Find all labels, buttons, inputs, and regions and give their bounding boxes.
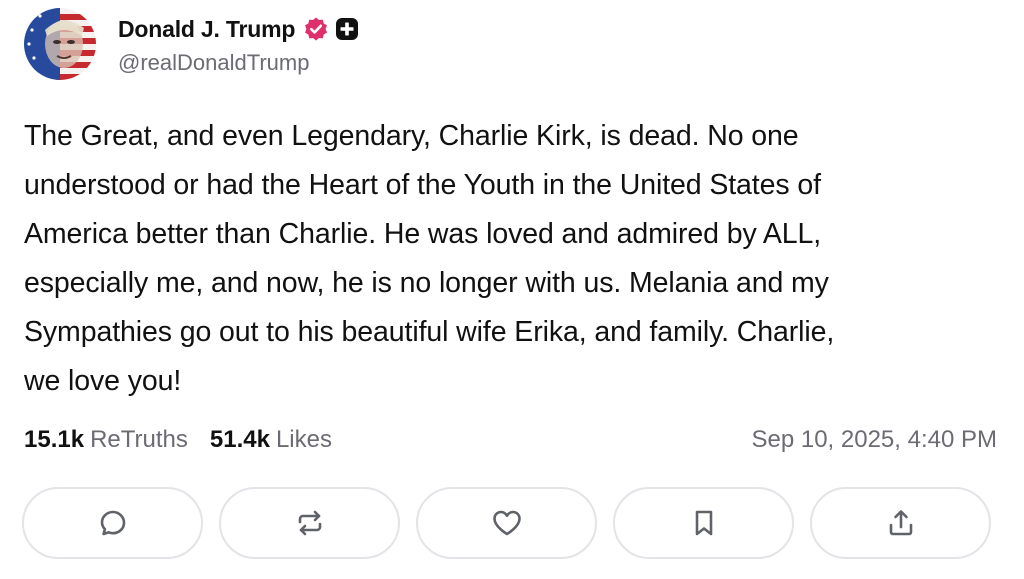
post-body: The Great, and even Legendary, Charlie K… [24,120,835,397]
post-header: Donald J. Trump @realDonaldTrump [24,8,359,80]
retruth-button[interactable] [219,487,400,559]
display-name[interactable]: Donald J. Trump [118,16,295,43]
avatar[interactable] [24,8,96,80]
plus-badge-icon [335,17,359,41]
retruths-label: ReTruths [90,426,188,453]
bookmark-button[interactable] [613,487,794,559]
repost-icon [298,510,321,536]
likes-count: 51.4k [209,426,270,453]
truth-post: Donald J. Trump @realDonaldTrump The Gre… [0,0,1024,579]
post-stats: 15.1k ReTruths 51.4k Likes [24,424,354,456]
reply-button[interactable] [22,487,203,559]
like-button[interactable] [416,487,597,559]
post-timestamp[interactable]: Sep 10, 2025, 4:40 PM [751,424,997,456]
retruths-count: 15.1k [24,426,85,453]
author-block: Donald J. Trump @realDonaldTrump [118,12,359,76]
verified-badge-icon [303,16,329,42]
user-handle[interactable]: @realDonaldTrump [118,50,359,76]
retruths-stat[interactable]: 15.1k ReTruths [24,424,188,456]
likes-stat[interactable]: 51.4k Likes [210,424,332,456]
share-button[interactable] [810,487,991,559]
bookmark-icon [695,510,712,536]
likes-label: Likes [275,426,332,453]
comment-icon [100,510,125,536]
name-row: Donald J. Trump [118,12,359,46]
avatar-image [24,8,96,80]
share-icon [889,510,912,536]
heart-icon [492,510,521,536]
action-bar [22,487,991,559]
